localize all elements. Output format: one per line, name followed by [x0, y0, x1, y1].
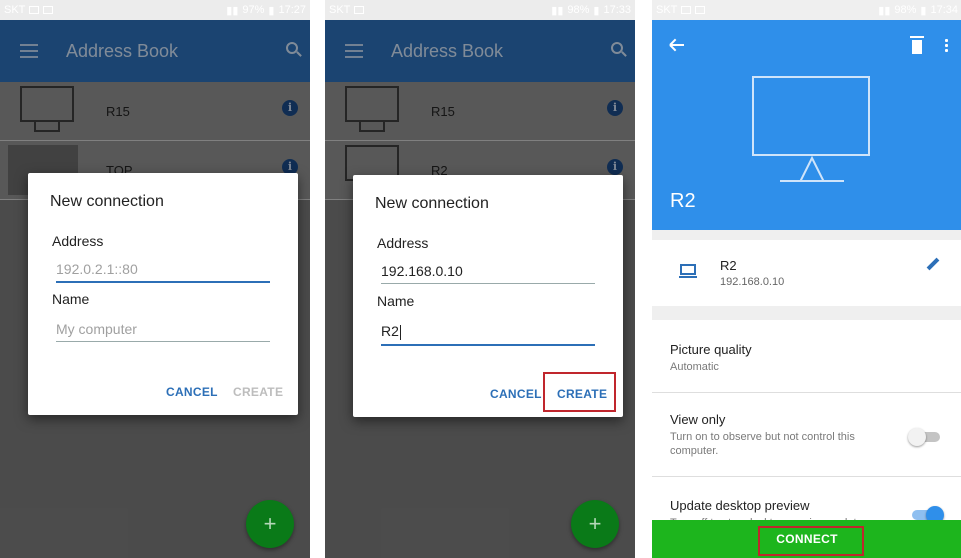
cancel-button[interactable]: CANCEL — [490, 387, 542, 401]
connection-name: R2 — [720, 258, 737, 273]
monitor-icon — [752, 76, 870, 156]
connection-info-card: R2 192.168.0.10 — [652, 240, 961, 306]
signal-icon: ▮▮ — [226, 4, 239, 17]
name-placeholder: My computer — [56, 321, 137, 337]
desktop-preview-toggle[interactable] — [912, 506, 944, 524]
address-label: Address — [52, 233, 104, 249]
status-bar: SKT ▮▮ 98% ▮ 17:33 — [325, 0, 635, 20]
name-label: Name — [52, 291, 90, 307]
name-input[interactable]: R2 — [381, 323, 595, 346]
carrier-label: SKT — [656, 4, 678, 16]
name-input[interactable]: My computer — [56, 321, 270, 342]
address-value: 192.168.0.10 — [381, 263, 463, 279]
clock: 17:34 — [930, 4, 958, 16]
status-bar: SKT ▮▮ 98% ▮ 17:34 — [652, 0, 961, 20]
view-only-toggle[interactable] — [908, 428, 940, 446]
setting-title: Picture quality — [670, 342, 752, 357]
dialog-title: New connection — [50, 193, 164, 210]
connect-button-highlight — [758, 526, 864, 556]
carrier-label: SKT — [329, 4, 351, 16]
name-value: R2 — [381, 323, 399, 339]
back-arrow-icon[interactable] — [670, 44, 684, 46]
gallery-icon — [29, 6, 40, 14]
monitor-stand-icon — [780, 156, 844, 182]
signal-icon: ▮▮ — [551, 4, 564, 17]
battery-percent: 98% — [567, 4, 590, 16]
signal-icon: ▮▮ — [878, 4, 891, 17]
delete-icon[interactable] — [910, 36, 924, 54]
name-label: Name — [377, 293, 415, 309]
battery-icon: ▮ — [920, 4, 927, 17]
create-button-highlight — [543, 372, 616, 412]
address-placeholder: 192.0.2.1::80 — [56, 261, 138, 277]
setting-picture-quality[interactable]: Picture quality Automatic — [670, 342, 930, 374]
setting-subtitle: Turn on to observe but not control this … — [670, 431, 855, 457]
address-input[interactable]: 192.0.2.1::80 — [56, 261, 270, 283]
battery-icon: ▮ — [593, 4, 600, 17]
clock: 17:33 — [603, 4, 631, 16]
edit-icon[interactable] — [926, 257, 940, 271]
notification-icon — [43, 6, 54, 14]
status-bar: SKT ▮▮ 97% ▮ 17:27 — [0, 0, 310, 20]
create-button[interactable]: CREATE — [233, 385, 283, 399]
address-input[interactable]: 192.168.0.10 — [381, 263, 595, 284]
notification-icon — [354, 6, 365, 14]
text-cursor — [399, 324, 401, 340]
setting-title: Update desktop preview — [670, 498, 810, 513]
screen-new-connection-filled: Address Book R15 i R2 i i SKT ▮▮98%▮17:3… — [325, 0, 635, 558]
divider — [652, 476, 961, 477]
cancel-button[interactable]: CANCEL — [166, 385, 218, 399]
connection-address: 192.168.0.10 — [720, 276, 785, 288]
connection-title: R2 — [670, 190, 696, 212]
add-connection-button[interactable]: + — [571, 500, 619, 548]
connection-header: R2 — [652, 20, 961, 230]
setting-subtitle: Automatic — [670, 361, 719, 373]
gallery-icon — [681, 6, 692, 14]
battery-icon: ▮ — [268, 4, 275, 17]
setting-title: View only — [670, 412, 726, 427]
dialog-title: New connection — [375, 195, 489, 212]
add-connection-button[interactable]: + — [246, 500, 294, 548]
address-label: Address — [377, 235, 429, 251]
battery-percent: 97% — [242, 4, 265, 16]
notification-icon — [695, 6, 706, 14]
computer-icon — [679, 264, 697, 278]
clock: 17:27 — [278, 4, 306, 16]
screen-new-connection-empty: Address Book R15 i TOP i SKT ▮▮ 97% ▮ 17:27… — [0, 0, 310, 558]
new-connection-dialog: New connection Address 192.0.2.1::80 Nam… — [28, 173, 298, 415]
setting-view-only[interactable]: View only Turn on to observe but not con… — [670, 412, 880, 458]
more-vert-icon[interactable] — [945, 38, 948, 52]
carrier-label: SKT — [4, 4, 26, 16]
screen-connection-details: R2 SKT ▮▮ 98% ▮ 17:34 R2 192.168.0.10 Pictu… — [652, 0, 961, 558]
divider — [652, 392, 961, 393]
battery-percent: 98% — [894, 4, 917, 16]
